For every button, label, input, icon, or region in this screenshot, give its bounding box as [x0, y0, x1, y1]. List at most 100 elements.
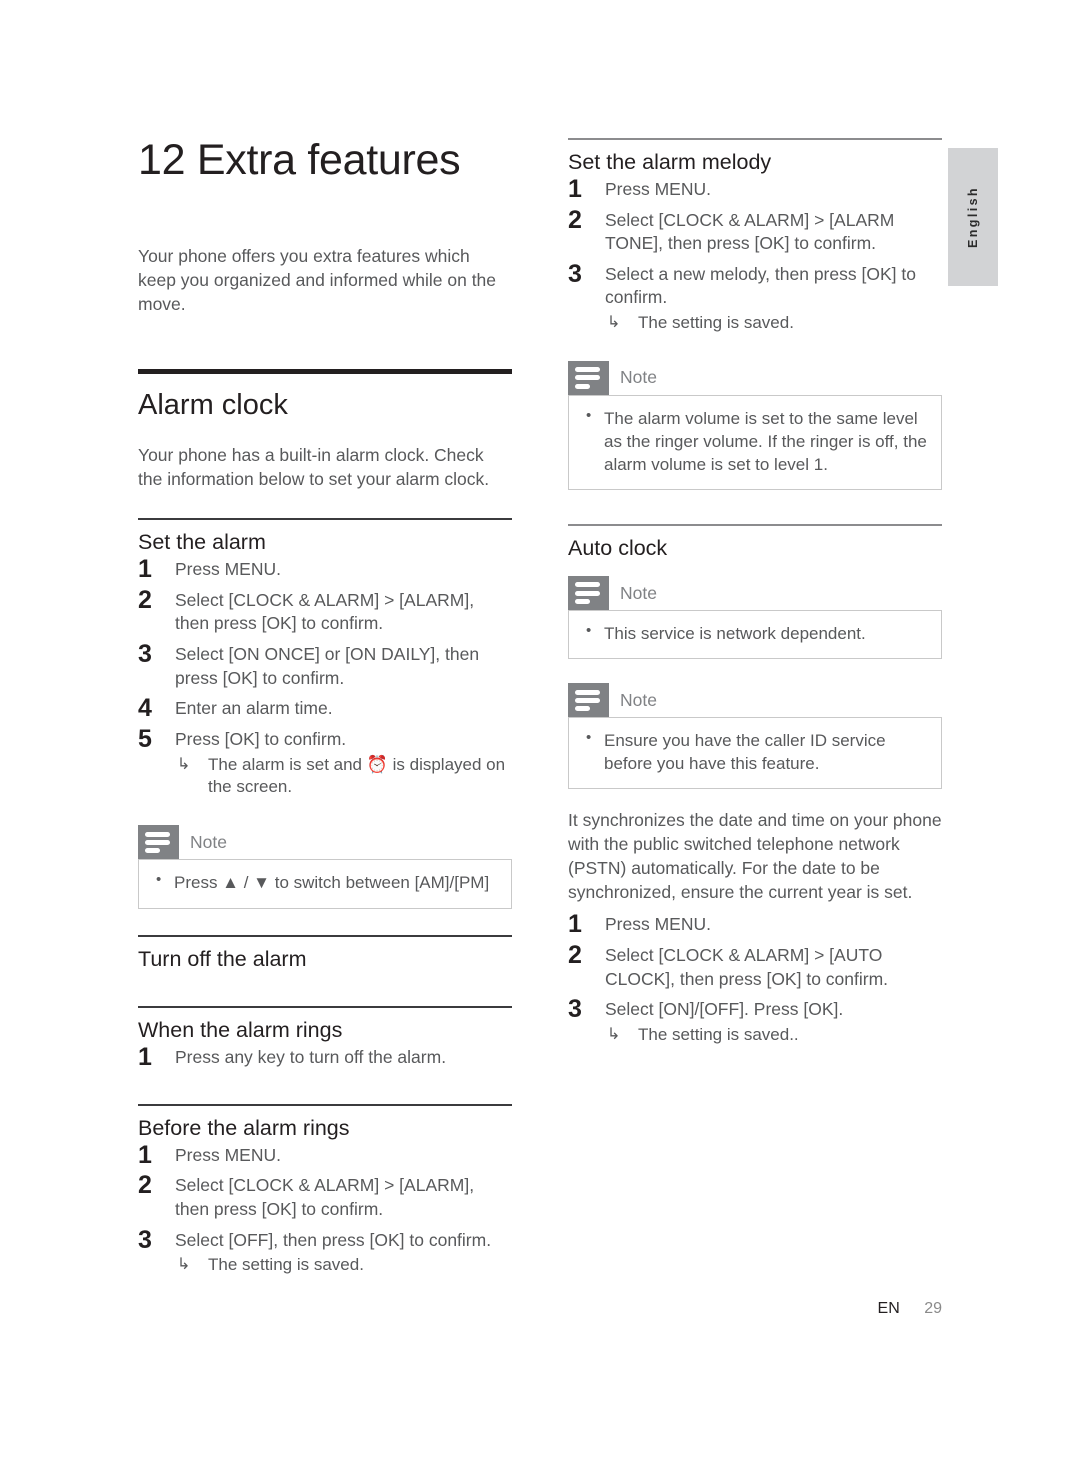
note-lines-icon: [568, 683, 609, 718]
step-text: Press MENU.: [175, 1144, 281, 1165]
step-number: 2: [568, 205, 582, 234]
step-number: 3: [568, 259, 582, 288]
step-number: 4: [138, 694, 152, 723]
step-result-text: The setting is saved.: [208, 1255, 364, 1275]
subsection-heading-before-the-alarm-rings: Before the alarm rings: [138, 1115, 350, 1140]
language-side-tab-label: English: [966, 186, 980, 248]
page-title: 12 Extra features: [138, 136, 512, 184]
subsection-heading-auto-clock: Auto clock: [568, 536, 668, 561]
note-box-ampm: Note Press ▲ / ▼ to switch between [AM]/…: [138, 825, 512, 909]
subsection-heading-when-the-alarm-rings: When the alarm rings: [138, 1018, 343, 1043]
step-text: Enter an alarm time.: [175, 698, 333, 719]
step-number: 3: [138, 1225, 152, 1254]
note-header: Note: [138, 825, 512, 860]
list-item: 1 Press MENU.: [568, 910, 942, 938]
list-item: 2 Select [CLOCK & ALARM] > [ALARM], then…: [138, 1171, 512, 1221]
step-result: ↳ The alarm is set and ⏰ is displayed on…: [175, 754, 512, 800]
left-column: 12 Extra features Your phone offers you …: [138, 136, 512, 1278]
step-text: Select a new melody, then press [OK] to …: [605, 263, 916, 308]
result-arrow-icon: ↳: [607, 314, 621, 331]
step-text: Press MENU.: [605, 178, 711, 199]
list-item: 3 Select [OFF], then press [OK] to confi…: [138, 1226, 512, 1278]
result-arrow-icon: ↳: [177, 755, 191, 773]
step-text: Press MENU.: [175, 559, 281, 580]
step-number: 2: [138, 585, 152, 614]
page-footer: EN 29: [568, 1300, 942, 1318]
list-item: 1 Press MENU.: [138, 1141, 512, 1169]
note-label: Note: [620, 582, 657, 603]
step-result: ↳ The setting is saved.: [605, 312, 942, 335]
step-text: Select [CLOCK & ALARM] > [ALARM], then p…: [175, 1175, 475, 1220]
section-intro-alarm-clock: Your phone has a built-in alarm clock. C…: [138, 445, 490, 490]
footer-language-code: EN: [877, 1300, 900, 1317]
step-result: ↳ The setting is saved.: [175, 1254, 512, 1277]
subsection-divider-set-the-alarm: [138, 518, 512, 521]
note-content: Ensure you have the caller ID service be…: [568, 717, 942, 790]
step-list-set-the-alarm: 1 Press MENU. 2 Select [CLOCK & ALARM] >…: [138, 555, 512, 800]
step-text: Select [CLOCK & ALARM] > [ALARM], then p…: [175, 589, 475, 634]
subsection-divider-auto-clock: [568, 524, 942, 527]
list-item: 2 Select [CLOCK & ALARM] > [AUTO CLOCK],…: [568, 941, 942, 991]
list-item: Press ▲ / ▼ to switch between [AM]/[PM]: [153, 870, 497, 894]
note-lines-icon: [138, 825, 179, 860]
list-item: 2 Select [CLOCK & ALARM] > [ALARM TONE],…: [568, 206, 942, 256]
step-number: 3: [138, 640, 152, 669]
result-arrow-icon: ↳: [607, 1025, 621, 1043]
note-content: This service is network dependent.: [568, 610, 942, 660]
language-side-tab: English: [948, 148, 998, 286]
step-text: Select [ON]/[OFF]. Press [OK].: [605, 999, 844, 1020]
chapter-intro-paragraph: Your phone offers you extra features whi…: [138, 246, 497, 315]
note-label: Note: [620, 367, 657, 388]
note-list: Press ▲ / ▼ to switch between [AM]/[PM]: [153, 870, 497, 894]
chapter-number: 12: [138, 136, 186, 184]
step-result-text: The setting is saved.: [638, 313, 794, 332]
list-item: 3 Select a new melody, then press [OK] t…: [568, 260, 942, 335]
list-item: 1 Press MENU.: [568, 175, 942, 203]
list-item: The alarm volume is set to the same leve…: [583, 406, 927, 476]
step-text: Select [CLOCK & ALARM] > [ALARM TONE], t…: [605, 209, 895, 254]
step-number: 1: [138, 1043, 152, 1072]
result-arrow-icon: ↳: [177, 1256, 191, 1274]
note-content: The alarm volume is set to the same leve…: [568, 394, 942, 491]
step-number: 1: [568, 910, 582, 939]
section-heading-alarm-clock: Alarm clock: [138, 388, 288, 421]
note-header: Note: [568, 360, 942, 395]
note-box-network-dependent: Note This service is network dependent.: [568, 576, 942, 660]
note-box-caller-id: Note Ensure you have the caller ID servi…: [568, 683, 942, 790]
step-list-before-the-alarm-rings: 1 Press MENU. 2 Select [CLOCK & ALARM] >…: [138, 1141, 512, 1278]
step-number: 2: [568, 940, 582, 969]
step-list-when-the-alarm-rings: 1 Press any key to turn off the alarm.: [138, 1043, 512, 1071]
step-number: 5: [138, 724, 152, 753]
step-text: Press MENU.: [605, 914, 711, 935]
subsection-divider-before-the-alarm-rings: [138, 1103, 512, 1106]
auto-clock-paragraph: It synchronizes the date and time on you…: [568, 810, 942, 903]
note-label: Note: [190, 831, 227, 852]
subsection-divider-set-the-alarm-melody: [568, 138, 942, 140]
note-header: Note: [568, 576, 942, 611]
list-item: 3 Select [ON]/[OFF]. Press [OK]. ↳ The s…: [568, 995, 942, 1047]
note-lines-icon: [568, 360, 609, 395]
note-header: Note: [568, 683, 942, 718]
section-divider-thick: [138, 368, 512, 374]
subsection-divider-when-the-alarm-rings: [138, 1006, 512, 1009]
step-number: 1: [568, 174, 582, 203]
right-column: Set the alarm melody 1 Press MENU. 2 Sel…: [568, 138, 942, 1047]
step-number: 1: [138, 1140, 152, 1169]
step-number: 3: [568, 995, 582, 1024]
list-item: 2 Select [CLOCK & ALARM] > [ALARM], then…: [138, 586, 512, 636]
step-text: Select [ON ONCE] or [ON DAILY], then pre…: [175, 644, 480, 688]
step-text: Select [CLOCK & ALARM] > [AUTO CLOCK], t…: [605, 944, 889, 989]
step-list-auto-clock: 1 Press MENU. 2 Select [CLOCK & ALARM] >…: [568, 910, 942, 1047]
note-box-alarm-volume: Note The alarm volume is set to the same…: [568, 360, 942, 491]
note-list: Ensure you have the caller ID service be…: [583, 728, 927, 775]
list-item: 1 Press MENU.: [138, 555, 512, 583]
list-item: 4 Enter an alarm time.: [138, 694, 512, 722]
subsection-divider-turn-off-the-alarm: [138, 934, 512, 937]
step-text: Press [OK] to confirm.: [175, 728, 347, 749]
subsection-heading-set-the-alarm: Set the alarm: [138, 530, 266, 555]
subsection-heading-set-the-alarm-melody: Set the alarm melody: [568, 150, 772, 174]
list-item: This service is network dependent.: [583, 621, 927, 645]
step-result: ↳ The setting is saved..: [605, 1024, 942, 1047]
step-number: 2: [138, 1171, 152, 1200]
step-result-text: The alarm is set and ⏰ is displayed on t…: [208, 754, 506, 797]
